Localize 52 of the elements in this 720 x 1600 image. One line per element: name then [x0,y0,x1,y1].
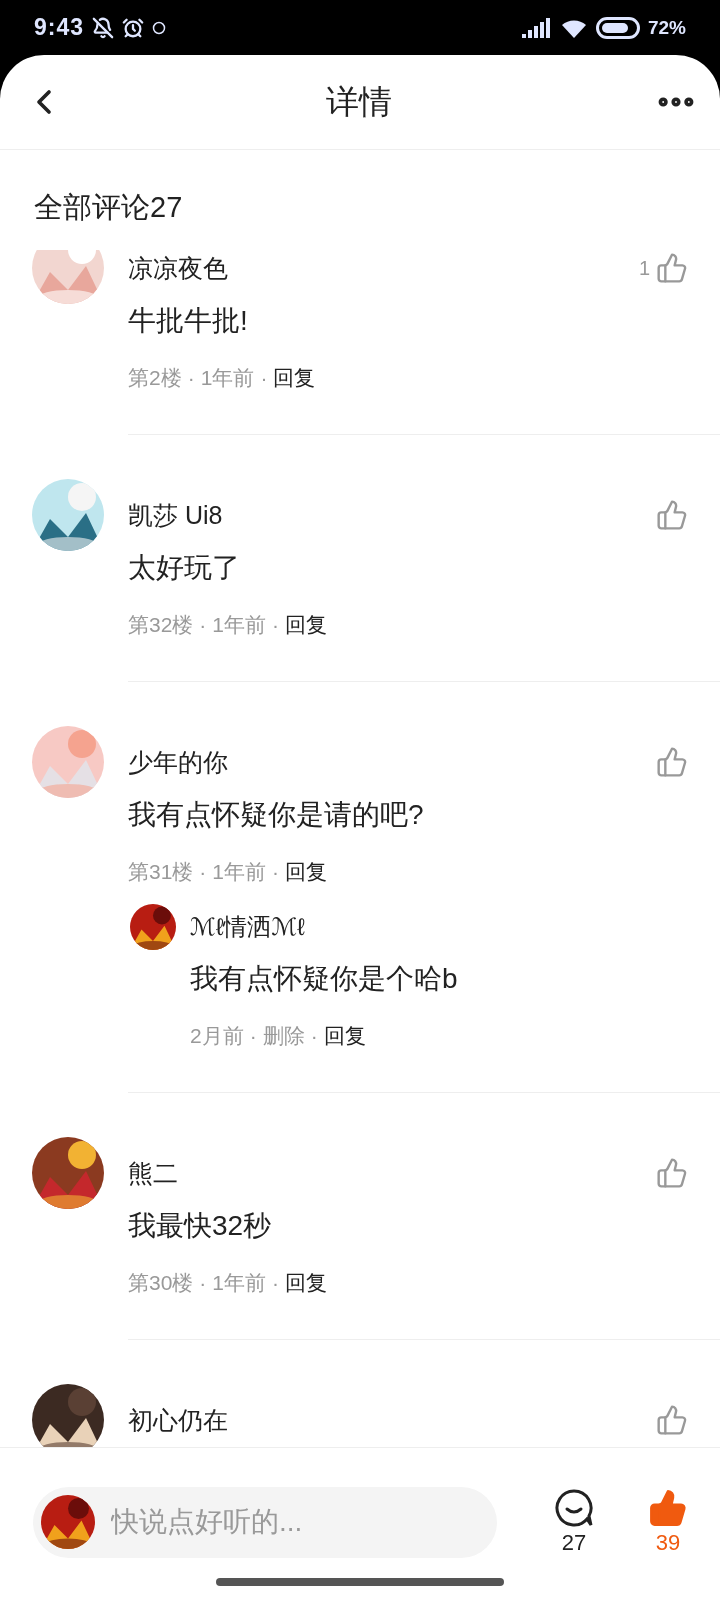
reply-link[interactable]: 回复 [285,1269,328,1297]
like-count: 1 [638,256,650,280]
comment-input[interactable]: 快说点好听的... [109,1505,479,1539]
separator-dot: · [272,1271,280,1295]
meta-text: 第2楼 [128,365,182,391]
meta-text: 1年前 [212,612,267,638]
reply-link[interactable]: 回复 [273,364,316,392]
section-title: 全部评论27 [33,190,184,225]
thumbs-up-icon[interactable] [656,1157,688,1189]
comment-text: 我有点怀疑你是请的吧? [128,798,425,832]
signal-icon [521,17,552,38]
reply-link[interactable]: 回复 [323,1022,366,1050]
separator-dot: · [199,613,207,637]
comment-text: 我最快32秒 [128,1209,273,1243]
battery-icon [595,16,640,39]
thumbs-up-icon[interactable] [656,1404,688,1436]
separator-dot: · [199,860,207,884]
user-name: ℳℓ情洒ℳℓ [190,912,306,942]
meta-text: 1年前 [212,859,267,885]
thumbs-up-icon[interactable] [656,746,688,778]
meta-text: 2月前 [190,1023,244,1049]
separator-dot: · [199,1271,207,1295]
user-name: 凯莎 Ui8 [128,499,224,531]
reply-link[interactable]: 回复 [285,611,328,639]
separator-dot: · [272,860,280,884]
comment-field[interactable]: 快说点好听的... [33,1486,497,1558]
reply-text: 我有点怀疑你是个哈b [190,962,459,996]
user-name: 凉凉夜色 [128,252,229,284]
meta-text: 第31楼 [128,859,194,885]
comment-text: 太好玩了 [128,551,241,585]
separator-dot: · [272,613,280,637]
user-name: 少年的你 [128,746,229,778]
reply-link[interactable]: 回复 [285,858,328,886]
meta-text: 1年前 [200,365,255,391]
separator-dot: · [249,1024,257,1048]
thumbs-up-icon[interactable] [656,252,688,284]
battery-percent: 72% [647,16,686,39]
meta-text: 第32楼 [128,612,194,638]
meta-text: 第30楼 [128,1270,194,1296]
user-name: 熊二 [128,1157,179,1189]
status-time: 9:43 [34,14,85,41]
thumbs-up-icon[interactable] [656,499,688,531]
alarm-icon [122,16,145,39]
meta-text: 删除 [262,1023,305,1049]
comment-text: 牛批牛批! [128,304,249,338]
separator-dot: · [310,1024,318,1048]
separator-dot: · [260,366,268,390]
separator-dot: · [187,366,195,390]
meta-text: 1年前 [212,1270,267,1296]
page-title: 详情 [326,81,392,122]
user-name: 初心仍在 [128,1404,229,1436]
bell-off-icon [92,16,115,39]
